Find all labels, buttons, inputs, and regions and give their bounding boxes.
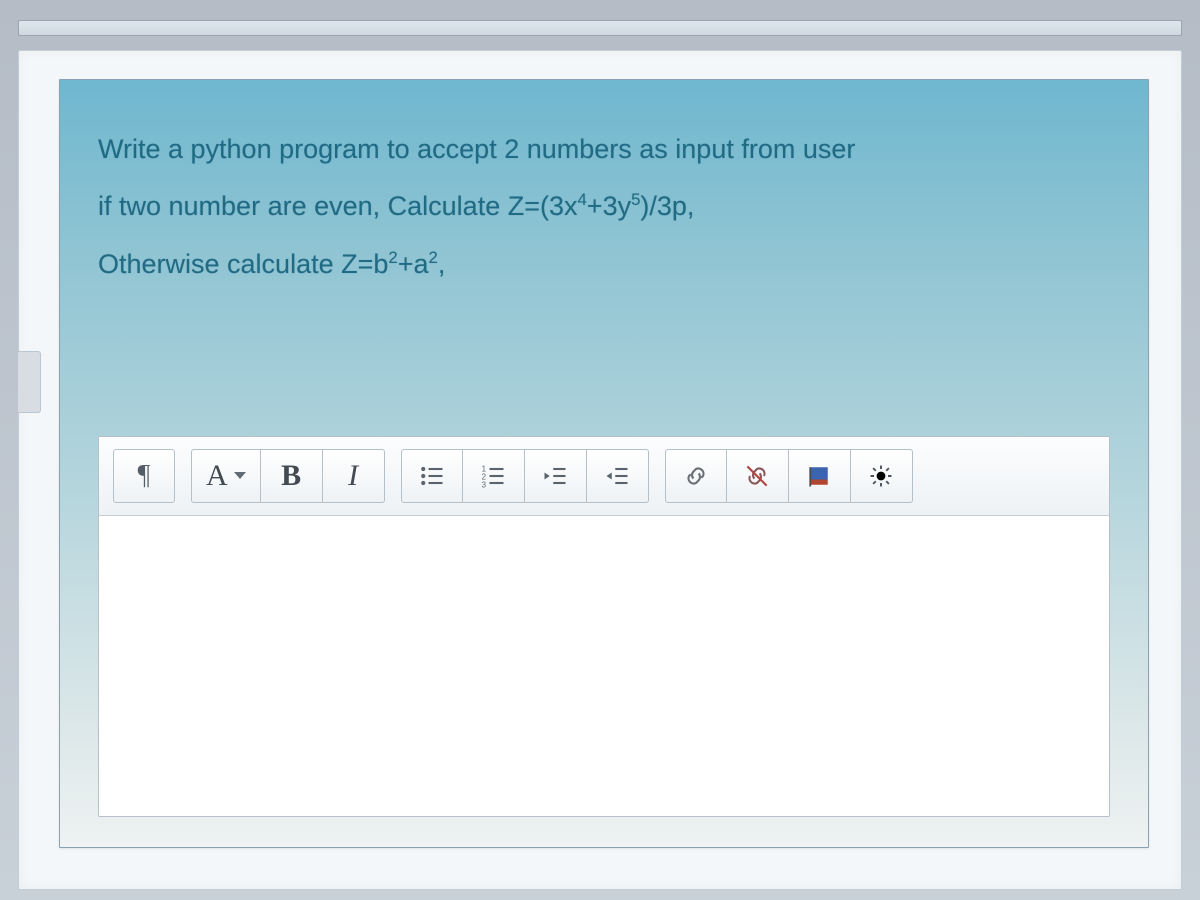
question-line-3: Otherwise calculate Z=b2+a2,: [98, 239, 1110, 290]
unlink-icon: [743, 462, 771, 490]
text-fragment: +a: [398, 249, 429, 279]
superscript: 2: [388, 248, 397, 267]
window-titlebar: [18, 20, 1182, 36]
question-panel: Write a python program to accept 2 numbe…: [59, 79, 1149, 848]
bulleted-list-icon: [418, 462, 446, 490]
svg-text:3: 3: [482, 480, 487, 489]
bold-button[interactable]: B: [261, 449, 323, 503]
text-fragment: if two number are even, Calculate Z=(3x: [98, 191, 577, 221]
bulleted-list-button[interactable]: [401, 449, 463, 503]
outdent-icon: [541, 462, 569, 490]
italic-button[interactable]: I: [323, 449, 385, 503]
question-line-1: Write a python program to accept 2 numbe…: [98, 124, 1110, 175]
superscript: 4: [577, 190, 586, 209]
editor-settings-button[interactable]: [851, 449, 913, 503]
text-fragment: +3y: [587, 191, 631, 221]
indent-button[interactable]: [587, 449, 649, 503]
language-flag-button[interactable]: [789, 449, 851, 503]
side-tab-handle[interactable]: [18, 351, 41, 413]
numbered-list-button[interactable]: 1 2 3: [463, 449, 525, 503]
font-color-button[interactable]: A: [191, 449, 261, 503]
page-content: Write a python program to accept 2 numbe…: [18, 50, 1182, 890]
superscript: 5: [631, 190, 640, 209]
window-frame: Write a python program to accept 2 numbe…: [0, 0, 1200, 900]
editor-textarea[interactable]: [99, 516, 1109, 816]
indent-icon: [603, 462, 631, 490]
outdent-button[interactable]: [525, 449, 587, 503]
settings-icon: [867, 462, 895, 490]
paragraph-icon: ¶: [138, 460, 151, 492]
text-fragment: )/3p,: [640, 191, 694, 221]
spacer: [98, 296, 1110, 436]
remove-link-button[interactable]: [727, 449, 789, 503]
text-fragment: ,: [438, 249, 446, 279]
font-color-icon: A: [206, 459, 228, 493]
superscript: 2: [429, 248, 438, 267]
paragraph-button[interactable]: ¶: [113, 449, 175, 503]
bold-icon: B: [281, 459, 301, 493]
insert-link-button[interactable]: [665, 449, 727, 503]
chevron-down-icon: [234, 472, 246, 479]
question-line-2: if two number are even, Calculate Z=(3x4…: [98, 181, 1110, 232]
language-flag-icon: [805, 462, 833, 490]
rich-text-editor: ¶ A B I: [98, 436, 1110, 817]
editor-toolbar: ¶ A B I: [99, 437, 1109, 516]
question-text: Write a python program to accept 2 numbe…: [98, 124, 1110, 290]
numbered-list-icon: 1 2 3: [479, 462, 507, 490]
text-fragment: Otherwise calculate Z=b: [98, 249, 388, 279]
link-icon: [682, 462, 710, 490]
italic-icon: I: [348, 459, 358, 493]
